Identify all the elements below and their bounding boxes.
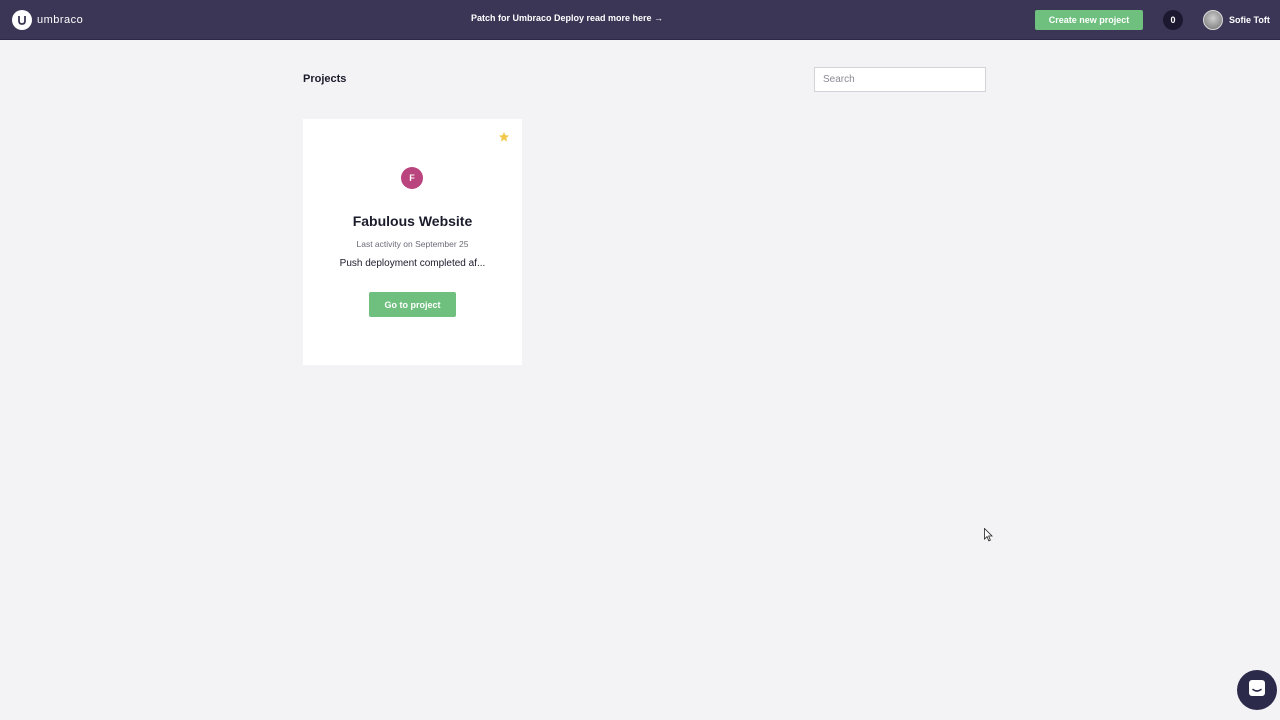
umbraco-logo-icon bbox=[12, 10, 32, 30]
star-icon[interactable] bbox=[498, 130, 510, 142]
announcement-link[interactable]: Patch for Umbraco Deploy read more here … bbox=[471, 13, 663, 23]
chat-icon bbox=[1247, 678, 1267, 703]
project-card: F Fabulous Website Last activity on Sept… bbox=[303, 119, 522, 365]
project-name: Fabulous Website bbox=[352, 213, 473, 229]
last-activity-text: Last activity on September 25 bbox=[356, 239, 469, 249]
page-title: Projects bbox=[303, 73, 347, 85]
chat-button[interactable] bbox=[1237, 670, 1277, 710]
project-initial-icon: F bbox=[401, 167, 423, 189]
top-navigation-bar: umbraco Patch for Umbraco Deploy read mo… bbox=[0, 0, 1280, 40]
notification-count-badge[interactable]: 0 bbox=[1163, 10, 1183, 30]
search-input[interactable] bbox=[814, 67, 986, 92]
user-name: Sofie Toft bbox=[1229, 15, 1270, 25]
umbraco-logo[interactable]: umbraco bbox=[12, 10, 83, 30]
logo-text: umbraco bbox=[37, 14, 84, 26]
user-menu[interactable]: Sofie Toft bbox=[1203, 10, 1270, 30]
go-to-project-button[interactable]: Go to project bbox=[369, 292, 456, 317]
avatar bbox=[1203, 10, 1223, 30]
project-status-text: Push deployment completed af... bbox=[339, 258, 486, 269]
cursor-icon bbox=[984, 527, 994, 542]
create-new-project-button[interactable]: Create new project bbox=[1035, 10, 1143, 30]
